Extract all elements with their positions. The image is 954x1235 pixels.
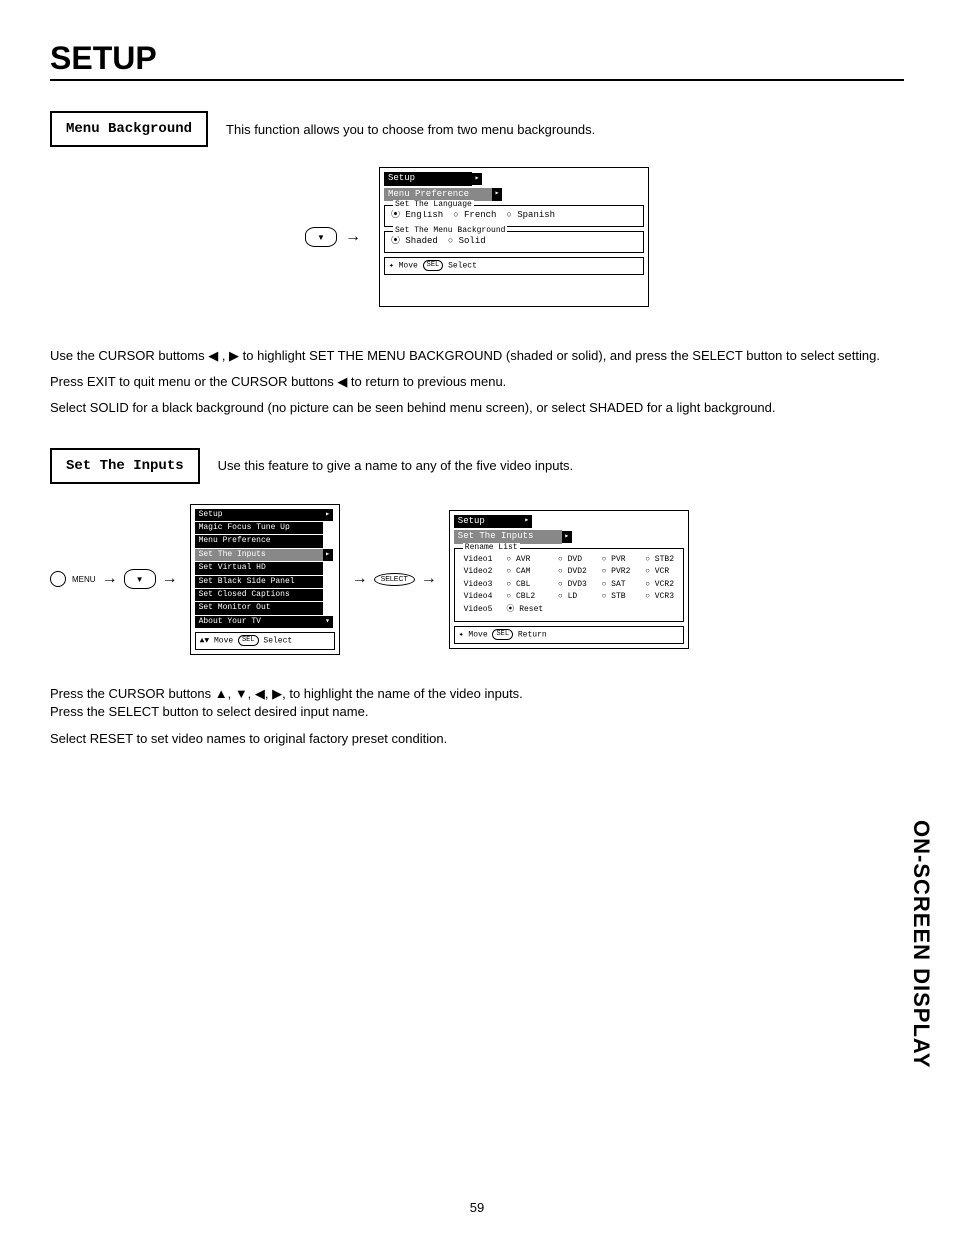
hint-move: ▲▼ Move [200, 637, 234, 646]
opt-vcr3[interactable]: ○ VCR3 [645, 592, 679, 602]
opt-avr[interactable]: ○ AVR [506, 555, 548, 565]
opt-solid[interactable]: ○ Solid [448, 236, 486, 248]
section-set-inputs: Set The Inputs Use this feature to give … [50, 448, 904, 484]
figure-set-inputs: MENU → ▼ → Setup▸ Magic Focus Tune Up Me… [50, 504, 904, 656]
osd-hint: ▲▼ Move SEL Select [195, 632, 335, 650]
osd-rename-list: Setup▸ Set The Inputs▸ Rename List Video… [449, 510, 689, 649]
arrow-right-icon: → [421, 570, 437, 588]
hint-select: Select [263, 637, 292, 646]
item-menu-preference[interactable]: Menu Preference [195, 535, 323, 547]
opt-vcr[interactable]: ○ VCR [645, 567, 679, 577]
opt-pvr[interactable]: ○ PVR [602, 555, 636, 565]
page-title: SETUP [50, 40, 904, 81]
row-video1: Video1 [459, 555, 497, 565]
hint-move: ✦ Move [389, 261, 418, 270]
select-button-icon: SELECT [374, 573, 415, 586]
label-menu-background: Menu Background [50, 111, 208, 147]
opt-english[interactable]: ⦿ English [391, 210, 443, 222]
desc-menu-background: This function allows you to choose from … [226, 122, 595, 137]
item-about-your-tv[interactable]: About Your TV [195, 616, 323, 628]
arrow-right-icon: → [345, 228, 361, 246]
chevron-right-icon: ▸ [323, 549, 333, 561]
opt-spanish[interactable]: ○ Spanish [506, 210, 555, 222]
fieldset-rename: Rename List Video1 ○ AVR ○ DVD ○ PVR ○ S… [454, 548, 684, 622]
label-set-inputs: Set The Inputs [50, 448, 200, 484]
chevron-right-icon: ▸ [522, 515, 532, 527]
sel-pill-icon: SEL [492, 629, 513, 640]
chevron-right-icon: ▸ [562, 531, 572, 543]
arrow-right-icon: → [102, 570, 118, 588]
opt-dvd3[interactable]: ○ DVD3 [558, 580, 592, 590]
hint-move: ✦ Move [459, 631, 488, 640]
opt-french[interactable]: ○ French [453, 210, 496, 222]
menu-button-label: MENU [72, 575, 96, 584]
item-set-closed-captions[interactable]: Set Closed Captions [195, 589, 323, 601]
hint-return: Return [518, 631, 547, 640]
opt-pvr2[interactable]: ○ PVR2 [602, 567, 636, 577]
opt-dvd[interactable]: ○ DVD [558, 555, 592, 565]
osd-subtitle: Menu Preference [384, 188, 492, 202]
row-video3: Video3 [459, 580, 497, 590]
osd-hint: ✦ Move SEL Return [454, 626, 684, 644]
chevron-right-icon: ▸ [472, 173, 482, 185]
opt-cbl[interactable]: ○ CBL [506, 580, 548, 590]
osd-title: Setup [384, 172, 472, 186]
body-text-1a: Use the CURSOR buttoms ◀ , ▶ to highligh… [50, 347, 904, 365]
item-set-black-side[interactable]: Set Black Side Panel [195, 576, 323, 588]
arrow-right-icon: → [352, 570, 368, 588]
opt-shaded[interactable]: ⦿ Shaded [391, 236, 438, 248]
row-video2: Video2 [459, 567, 497, 577]
row-video4: Video4 [459, 592, 497, 602]
fieldset-background-label: Set The Menu Background [393, 226, 507, 236]
item-set-monitor-out[interactable]: Set Monitor Out [195, 602, 323, 614]
body-text-1c: Select SOLID for a black background (no … [50, 399, 904, 417]
section-menu-background: Menu Background This function allows you… [50, 111, 904, 147]
body-text-1b: Press EXIT to quit menu or the CURSOR bu… [50, 373, 904, 391]
figure-menu-background: ▼ → Setup ▸ Menu Preference ▸ Set The La… [50, 167, 904, 307]
desc-set-inputs: Use this feature to give a name to any o… [218, 458, 574, 473]
side-tab: ON-SCREEN DISPLAY [908, 820, 934, 1068]
dpad-icon: ▼ [124, 569, 156, 589]
osd-title: Setup [195, 509, 323, 521]
body-text-2c: Select RESET to set video names to origi… [50, 730, 904, 748]
fieldset-background: Set The Menu Background ⦿ Shaded ○ Solid [384, 231, 644, 253]
opt-cam[interactable]: ○ CAM [506, 567, 548, 577]
opt-cbl2[interactable]: ○ CBL2 [506, 592, 548, 602]
arrow-right-icon: → [162, 570, 178, 588]
osd-title: Setup [454, 515, 522, 529]
osd-menu-preference: Setup ▸ Menu Preference ▸ Set The Langua… [379, 167, 649, 307]
body-text-2b: Press the SELECT button to select desire… [50, 703, 904, 721]
dpad-icon: ▼ [305, 227, 337, 247]
fieldset-rename-label: Rename List [463, 543, 520, 553]
sel-pill-icon: SEL [423, 260, 444, 271]
osd-hint: ✦ Move SEL Select [384, 257, 644, 275]
fieldset-language: Set The Language ⦿ English ○ French ○ Sp… [384, 205, 644, 227]
row-video5: Video5 [459, 605, 497, 615]
item-set-inputs[interactable]: Set The Inputs [195, 549, 323, 561]
opt-dvd2[interactable]: ○ DVD2 [558, 567, 592, 577]
opt-sat[interactable]: ○ SAT [602, 580, 636, 590]
menu-button-icon [50, 571, 66, 587]
chevron-right-icon: ▸ [492, 188, 502, 200]
body-text-2a: Press the CURSOR buttons ▲, ▼, ◀, ▶, to … [50, 685, 904, 703]
opt-stb2[interactable]: ○ STB2 [645, 555, 679, 565]
fieldset-language-label: Set The Language [393, 200, 474, 210]
chevron-right-icon: ▸ [323, 509, 333, 521]
page-number: 59 [0, 1200, 954, 1215]
chevron-down-icon: ▾ [323, 616, 333, 628]
sel-pill-icon: SEL [238, 635, 259, 646]
hint-select: Select [448, 261, 477, 270]
opt-reset[interactable]: ⦿ Reset [506, 605, 548, 615]
osd-subtitle: Set The Inputs [454, 530, 562, 544]
osd-setup-list: Setup▸ Magic Focus Tune Up Menu Preferen… [190, 504, 340, 656]
opt-stb[interactable]: ○ STB [602, 592, 636, 602]
opt-ld[interactable]: ○ LD [558, 592, 592, 602]
item-set-virtual-hd[interactable]: Set Virtual HD [195, 562, 323, 574]
item-magic-focus[interactable]: Magic Focus Tune Up [195, 522, 323, 534]
opt-vcr2[interactable]: ○ VCR2 [645, 580, 679, 590]
